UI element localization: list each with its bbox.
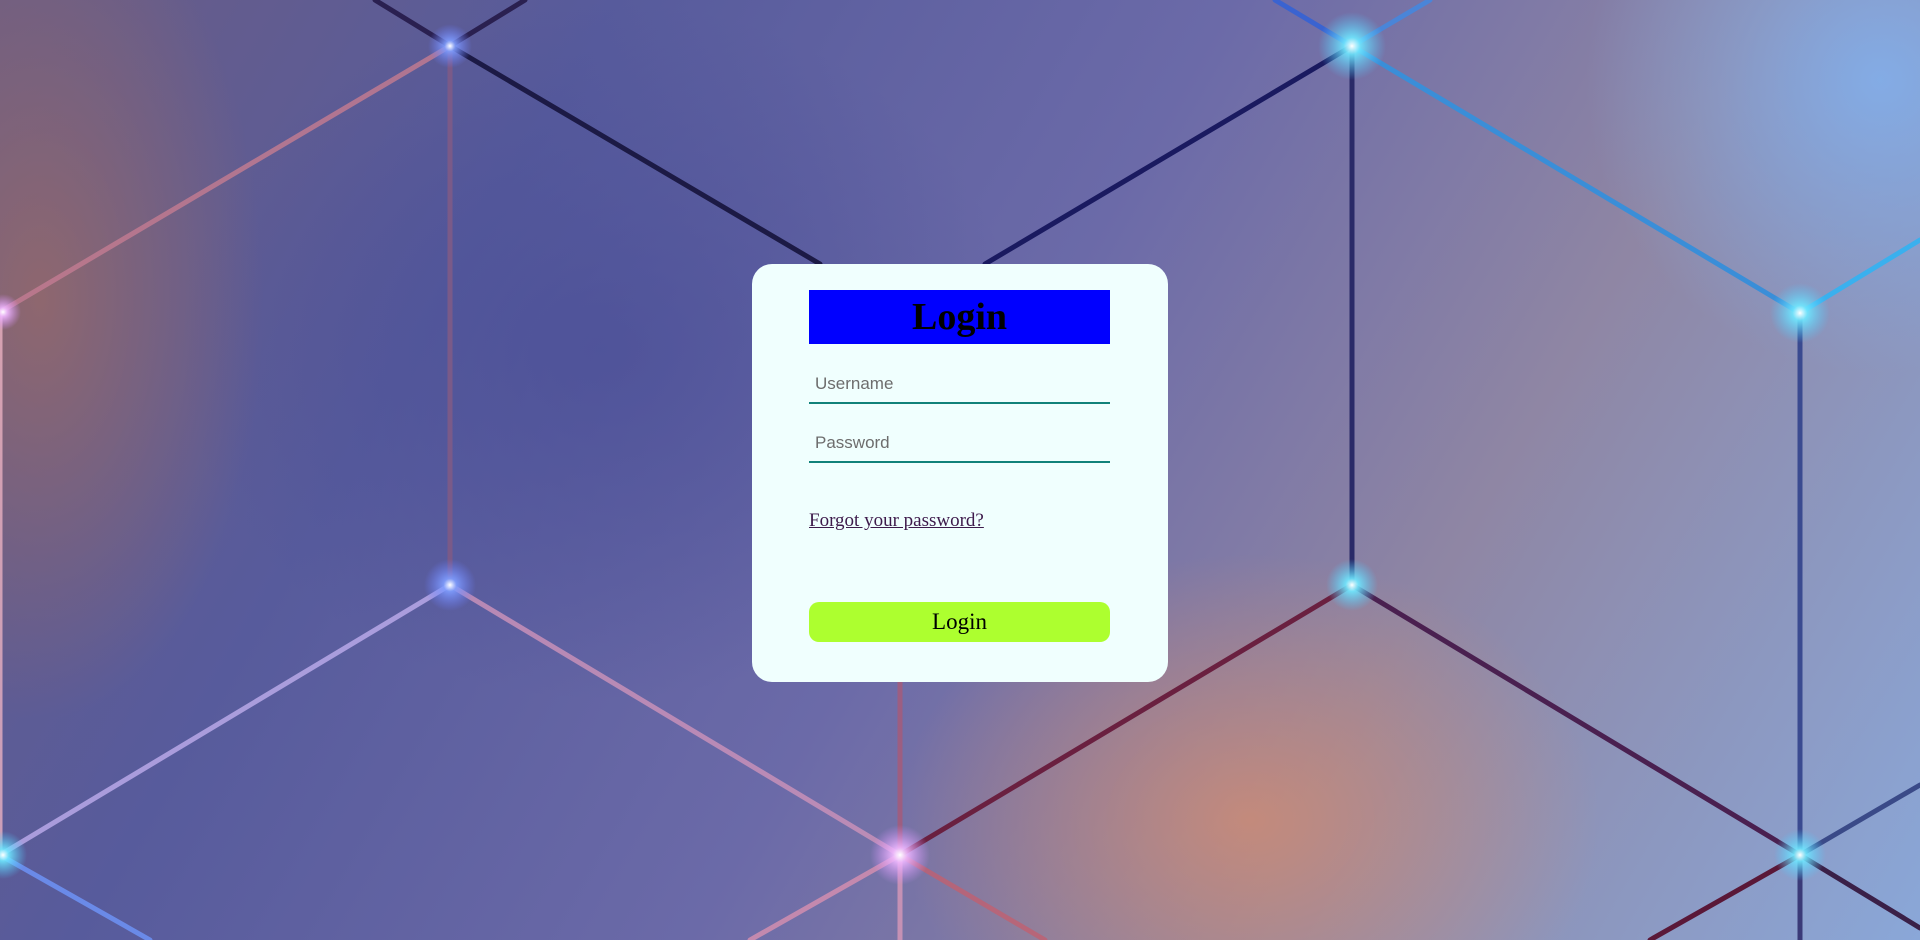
username-input[interactable] [809, 366, 1110, 404]
login-card: Login Forgot your password? Login [752, 264, 1168, 682]
login-title: Login [809, 290, 1110, 344]
login-button[interactable]: Login [809, 602, 1110, 642]
password-input[interactable] [809, 425, 1110, 463]
forgot-password-link[interactable]: Forgot your password? [809, 510, 984, 532]
